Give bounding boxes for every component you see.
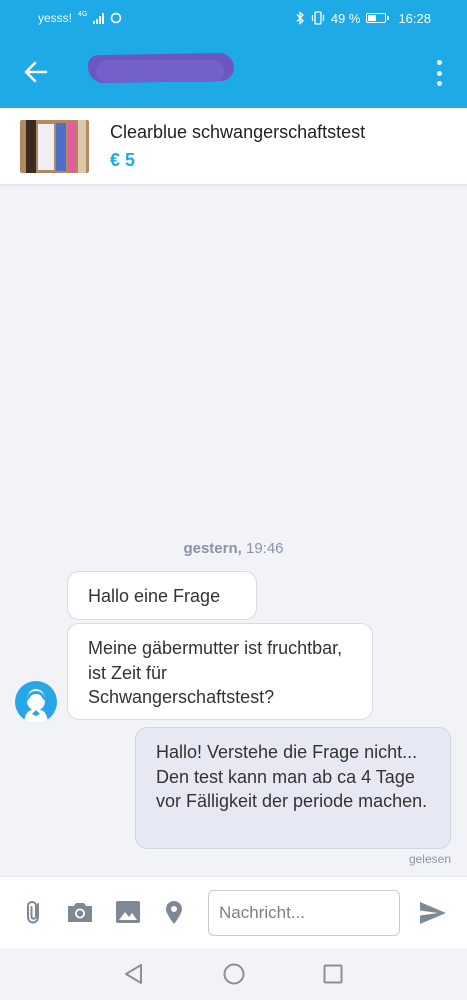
more-vertical-icon[interactable] xyxy=(433,60,445,86)
message-incoming: Hallo eine Frage xyxy=(67,571,257,620)
camera-icon[interactable] xyxy=(65,897,95,927)
arrow-left-icon[interactable] xyxy=(22,58,50,86)
message-input-bar xyxy=(0,876,467,948)
date-day: gestern, xyxy=(183,540,242,557)
signal-icon xyxy=(93,12,105,24)
avatar[interactable] xyxy=(15,681,57,723)
message-outgoing: Hallo! Verstehe die Frage nicht... Den t… xyxy=(135,727,451,849)
listing-thumbnail[interactable] xyxy=(20,120,89,173)
contact-name-redaction-overlay xyxy=(96,60,224,82)
network-type: 4G xyxy=(78,10,88,18)
message-input[interactable] xyxy=(208,890,400,936)
battery-percent: 49 % xyxy=(330,10,361,26)
send-icon[interactable] xyxy=(418,899,448,927)
date-separator: gestern, 19:46 xyxy=(0,540,467,557)
clock: 16:28 xyxy=(398,10,431,26)
read-status: gelesen xyxy=(408,852,451,866)
recents-square-icon[interactable] xyxy=(320,961,346,987)
app-bar xyxy=(0,36,467,108)
date-time: 19:46 xyxy=(245,540,284,557)
carrier-name: yesss! xyxy=(38,11,73,25)
user-avatar-icon xyxy=(24,689,48,723)
gallery-icon[interactable] xyxy=(113,897,143,927)
sync-icon xyxy=(111,12,122,24)
home-circle-icon[interactable] xyxy=(221,961,247,987)
message-incoming: Meine gäbermutter ist fruchtbar, ist Zei… xyxy=(67,623,373,720)
location-icon[interactable] xyxy=(159,897,189,927)
battery-icon xyxy=(366,13,390,23)
attachment-icon[interactable] xyxy=(20,897,50,927)
vibrate-icon xyxy=(311,11,324,25)
system-nav-bar xyxy=(0,948,467,1000)
listing-price: € 5 xyxy=(110,150,136,170)
listing-header[interactable]: Clearblue schwangerschaftstest € 5 xyxy=(0,108,467,185)
back-triangle-icon[interactable] xyxy=(121,961,147,987)
status-bar: yesss! 4G 49 % 16:28 xyxy=(0,0,467,36)
bluetooth-icon xyxy=(296,11,304,25)
listing-title[interactable]: Clearblue schwangerschaftstest xyxy=(110,122,365,143)
